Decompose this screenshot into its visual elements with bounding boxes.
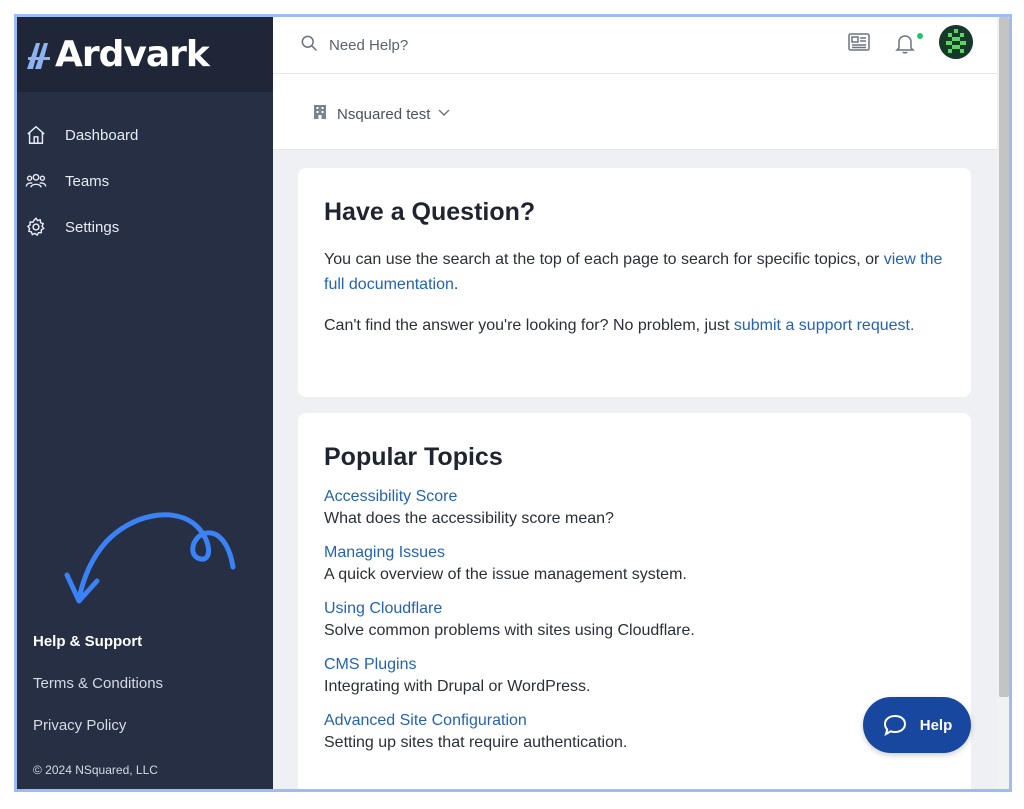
privacy-policy-link[interactable]: Privacy Policy — [33, 711, 163, 753]
avatar[interactable] — [939, 25, 973, 59]
sidebar: Ardvark Dashboard Teams Settings Help & … — [17, 17, 273, 789]
scrollbar-thumb[interactable] — [999, 17, 1009, 697]
topic-link-using-cloudflare[interactable]: Using Cloudflare — [324, 598, 945, 620]
terms-conditions-link[interactable]: Terms & Conditions — [33, 669, 163, 711]
list-item: Accessibility Score What does the access… — [324, 486, 945, 530]
topic-description: Integrating with Drupal or WordPress. — [324, 678, 591, 695]
ardvark-logo[interactable]: Ardvark — [25, 34, 210, 75]
app-frame: Ardvark Dashboard Teams Settings Help & … — [14, 14, 1012, 792]
question-card-title: Have a Question? — [324, 198, 536, 226]
sidebar-item-label: Dashboard — [65, 126, 139, 144]
sidebar-footer-links: Help & Support Terms & Conditions Privac… — [33, 627, 163, 753]
notification-dot — [917, 33, 923, 39]
logo-text: Ardvark — [55, 34, 210, 75]
org-bar: Nsquared test — [273, 74, 997, 150]
chevron-down-icon — [436, 104, 452, 124]
news-icon[interactable] — [847, 31, 871, 58]
logo-mark-icon — [27, 42, 50, 69]
topic-link-cms-plugins[interactable]: CMS Plugins — [324, 654, 945, 676]
sidebar-item-settings[interactable]: Settings — [17, 204, 273, 250]
org-selector-value: Nsquared test — [337, 105, 431, 123]
topic-description: Solve common problems with sites using C… — [324, 622, 695, 639]
logo-bar: Ardvark — [17, 17, 273, 92]
org-selector[interactable]: Nsquared test — [313, 104, 452, 124]
list-item: Managing Issues A quick overview of the … — [324, 542, 945, 586]
help-button[interactable]: Help — [863, 697, 971, 753]
users-icon — [25, 170, 47, 192]
sidebar-item-dashboard[interactable]: Dashboard — [17, 112, 273, 158]
gear-icon — [25, 216, 47, 238]
question-card-paragraph-1: You can use the search at the top of eac… — [324, 251, 943, 293]
question-card: Have a Question? You can use the search … — [298, 168, 971, 397]
curved-arrow-icon — [64, 512, 236, 604]
search-icon — [299, 33, 319, 58]
copyright-text: © 2024 NSquared, LLC — [33, 763, 158, 777]
top-bar — [273, 17, 997, 74]
list-item: Using Cloudflare Solve common problems w… — [324, 598, 945, 642]
topic-link-accessibility-score[interactable]: Accessibility Score — [324, 486, 945, 508]
sidebar-item-label: Settings — [65, 218, 120, 236]
question-card-paragraph-2: Can't find the answer you're looking for… — [324, 317, 915, 334]
help-button-label: Help — [919, 716, 953, 734]
sidebar-item-teams[interactable]: Teams — [17, 158, 273, 204]
submit-support-request-link[interactable]: submit a support request. — [734, 317, 915, 334]
home-icon — [25, 124, 47, 146]
list-item: CMS Plugins Integrating with Drupal or W… — [324, 654, 945, 698]
help-support-link[interactable]: Help & Support — [33, 627, 163, 669]
search-input[interactable] — [329, 31, 749, 59]
topic-description: Setting up sites that require authentica… — [324, 734, 628, 751]
topic-link-advanced-site-configuration[interactable]: Advanced Site Configuration — [324, 710, 945, 732]
sidebar-nav: Dashboard Teams Settings — [17, 112, 273, 250]
topic-link-managing-issues[interactable]: Managing Issues — [324, 542, 945, 564]
topic-description: A quick overview of the issue management… — [324, 566, 687, 583]
chat-bubble-icon — [882, 713, 908, 737]
bell-icon[interactable] — [893, 31, 923, 60]
list-item: Advanced Site Configuration Setting up s… — [324, 710, 945, 754]
building-icon — [313, 104, 327, 124]
topic-description: What does the accessibility score mean? — [324, 510, 614, 527]
sidebar-item-label: Teams — [65, 172, 110, 190]
popular-topics-title: Popular Topics — [324, 443, 503, 471]
